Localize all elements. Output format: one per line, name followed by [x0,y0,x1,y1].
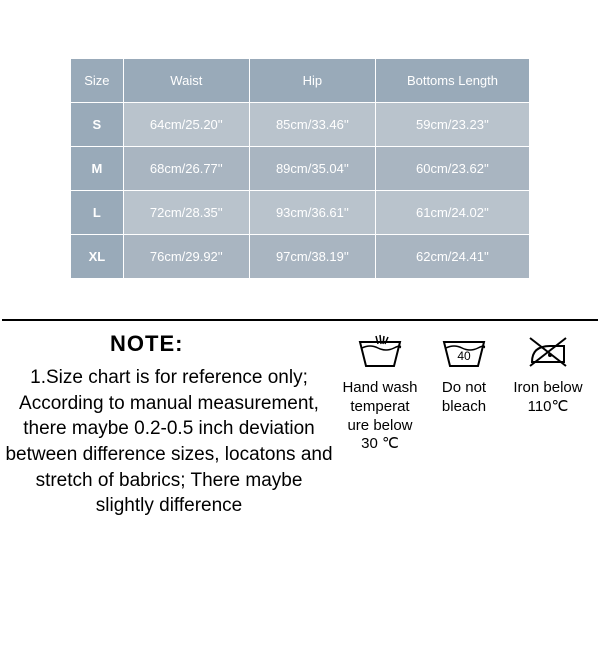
cell-size: XL [71,235,124,279]
cell-length: 61cm/24.02'' [375,191,529,235]
wash-40-icon: 40 [422,329,506,375]
cell-hip: 85cm/33.46'' [249,103,375,147]
note-body: 1.Size chart is for reference only; Acco… [4,365,334,519]
col-hip: Hip [249,59,375,103]
cell-length: 59cm/23.23'' [375,103,529,147]
cell-size: S [71,103,124,147]
care-item: 40 Do not bleach [422,329,506,454]
note-title: NOTE: [110,331,334,357]
cell-waist: 68cm/26.77'' [123,147,249,191]
col-waist: Waist [123,59,249,103]
table-row: XL 76cm/29.92'' 97cm/38.19'' 62cm/24.41'… [71,235,530,279]
cell-waist: 76cm/29.92'' [123,235,249,279]
care-item: Iron below 110℃ [506,329,590,454]
cell-size: L [71,191,124,235]
care-label: Iron below 110℃ [506,379,590,417]
cell-length: 62cm/24.41'' [375,235,529,279]
cell-waist: 64cm/25.20'' [123,103,249,147]
table-row: M 68cm/26.77'' 89cm/35.04'' 60cm/23.62'' [71,147,530,191]
table-row: S 64cm/25.20'' 85cm/33.46'' 59cm/23.23'' [71,103,530,147]
size-chart-table: Size Waist Hip Bottoms Length S 64cm/25.… [70,58,530,279]
cell-hip: 93cm/36.61'' [249,191,375,235]
care-label: Do not bleach [422,379,506,417]
cell-length: 60cm/23.62'' [375,147,529,191]
care-instructions: Hand wash temperat ure below 30 ℃ 40 Do … [338,321,600,454]
table-row: L 72cm/28.35'' 93cm/36.61'' 61cm/24.02'' [71,191,530,235]
cell-hip: 97cm/38.19'' [249,235,375,279]
cell-waist: 72cm/28.35'' [123,191,249,235]
hand-wash-icon [338,329,422,375]
wash-temp-text: 40 [457,349,471,363]
care-label: Hand wash temperat ure below 30 ℃ [338,379,422,454]
care-item: Hand wash temperat ure below 30 ℃ [338,329,422,454]
cell-hip: 89cm/35.04'' [249,147,375,191]
col-size: Size [71,59,124,103]
cell-size: M [71,147,124,191]
col-length: Bottoms Length [375,59,529,103]
no-iron-icon [506,329,590,375]
